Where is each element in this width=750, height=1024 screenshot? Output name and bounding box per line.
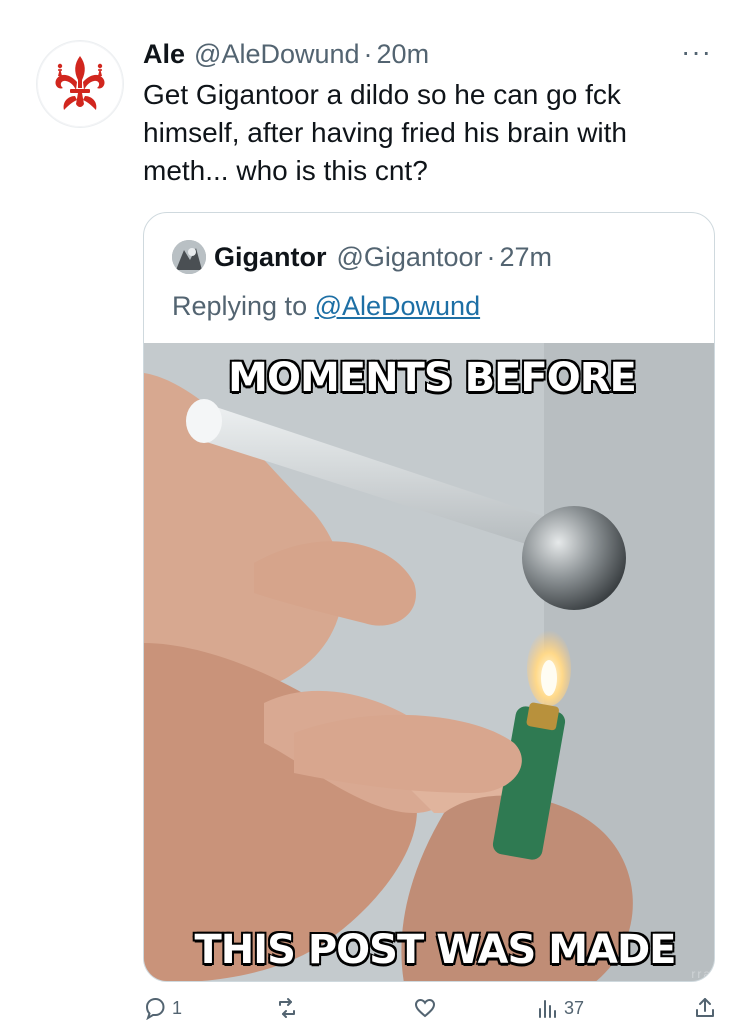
meme-image[interactable]: MOMENTS BEFORE THIS POST WAS MADE rra [144, 343, 714, 981]
quoted-separator-dot: · [486, 241, 496, 272]
more-options-icon[interactable]: ··· [681, 36, 712, 68]
quoted-tweet[interactable]: Gigantor @Gigantoor · 27m Replying to @A… [143, 212, 715, 982]
quoted-display-name[interactable]: Gigantor [214, 242, 327, 273]
replying-to-prefix: Replying to [172, 291, 315, 321]
quoted-timestamp[interactable]: 27m [499, 242, 552, 273]
tweet-header: Ale @AleDowund · 20m ··· [143, 34, 720, 74]
user-handle[interactable]: @AleDowund [194, 39, 360, 70]
views-chart-icon [539, 1000, 556, 1018]
tweet-text: Get Gigantoor a dildo so he can go fck h… [143, 79, 627, 186]
share-button[interactable] [693, 996, 717, 1020]
quoted-user-handle[interactable]: @Gigantoor [337, 242, 483, 273]
meme-watermark: rra [691, 967, 712, 981]
timestamp[interactable]: 20m [377, 39, 430, 70]
like-button[interactable] [413, 996, 442, 1020]
display-name[interactable]: Ale [143, 39, 185, 70]
heart-icon [414, 998, 436, 1018]
retweet-icon [279, 998, 295, 1018]
reply-icon [145, 997, 165, 1020]
quoted-user-avatar[interactable] [172, 240, 206, 274]
retweet-button[interactable] [275, 996, 304, 1020]
separator-dot: · [363, 38, 373, 69]
action-bar: 1 37 [143, 996, 718, 1024]
avatar-image-icon [172, 240, 206, 274]
meme-top-caption: MOMENTS BEFORE [228, 355, 637, 401]
quoted-tweet-header: Gigantor @Gigantoor · 27m [172, 239, 552, 275]
meme-photo [144, 343, 714, 981]
fleur-de-lis-icon [55, 56, 105, 110]
reply-count: 1 [172, 997, 183, 1018]
share-icon [696, 998, 714, 1017]
replying-to: Replying to @AleDowund [172, 291, 480, 322]
meme-bottom-caption: THIS POST WAS MADE [194, 927, 676, 973]
user-avatar[interactable] [36, 40, 124, 128]
views-count: 37 [564, 997, 585, 1018]
reply-button[interactable]: 1 [143, 996, 182, 1020]
replying-to-handle-link[interactable]: @AleDowund [315, 291, 481, 321]
views-button[interactable]: 37 [535, 996, 584, 1020]
tweet: Ale @AleDowund · 20m ··· Get Gigantoor a… [0, 0, 750, 1024]
